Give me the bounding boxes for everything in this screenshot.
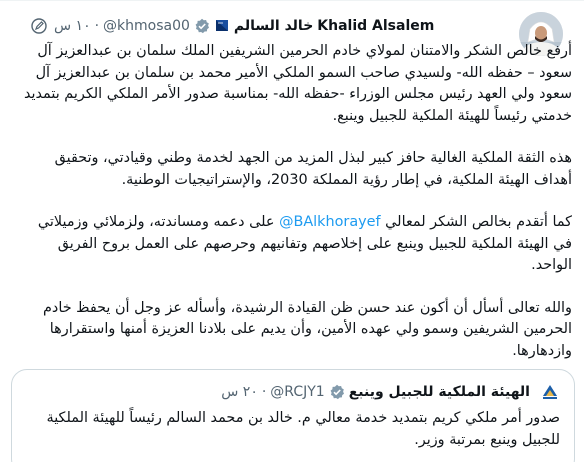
edit-history-icon[interactable] [30,17,48,35]
tweet-paragraph-3: كما أتقدم بخالص الشكر لمعالي @BAlkhoraye… [20,212,572,277]
author-name-english[interactable]: Khalid Alsalem [317,18,434,34]
tweet-paragraph-2: هذه الثقة الملكية الغالية حافز كبير لبذل… [54,150,572,188]
tweet-paragraph-1: أرفع خالص الشكر والامتنان لمولاي خادم ال… [23,43,572,124]
verified-badge-icon [329,384,345,400]
rcjy-logo-icon[interactable] [540,382,560,402]
quoted-author-name[interactable]: الهيئة الملكية للجبيل وينبع [349,384,530,400]
quoted-separator-dot: · [261,384,267,400]
tweet-body: أرفع خالص الشكر والامتنان لمولاي خادم ال… [20,41,572,362]
tweet-time[interactable]: ١٠ س [54,18,91,34]
author-handle[interactable]: @khmosa00 [103,18,190,34]
quoted-tweet-card[interactable]: ٢٠ س · @RCJY1 الهيئة الملكية للجبيل وينب… [11,369,575,462]
quoted-tweet-header: ٢٠ س · @RCJY1 الهيئة الملكية للجبيل وينب… [221,382,560,402]
author-name-arabic[interactable]: خالد السالم [234,18,313,34]
tweet-header: ١٠ س · @khmosa00 خالد السالم Khalid Alsa… [30,15,505,37]
quoted-tweet-time[interactable]: ٢٠ س [221,384,258,400]
quoted-author-handle[interactable]: @RCJY1 [270,384,324,400]
mention-link[interactable]: @BAlkhorayef [279,214,381,230]
quoted-tweet-text: صدور أمر ملكي كريم بتمديد خدمة معالي م. … [46,410,561,448]
top-divider [0,0,584,1]
tweet-paragraph-4: والله تعالى أسأل أن أكون عند حسن ظن القي… [43,299,572,359]
saudi-flag-icon [214,19,230,33]
paragraph-3-before: كما أتقدم بخالص الشكر لمعالي [380,214,572,230]
verified-badge-icon [194,18,210,34]
separator-dot: · [94,18,100,34]
